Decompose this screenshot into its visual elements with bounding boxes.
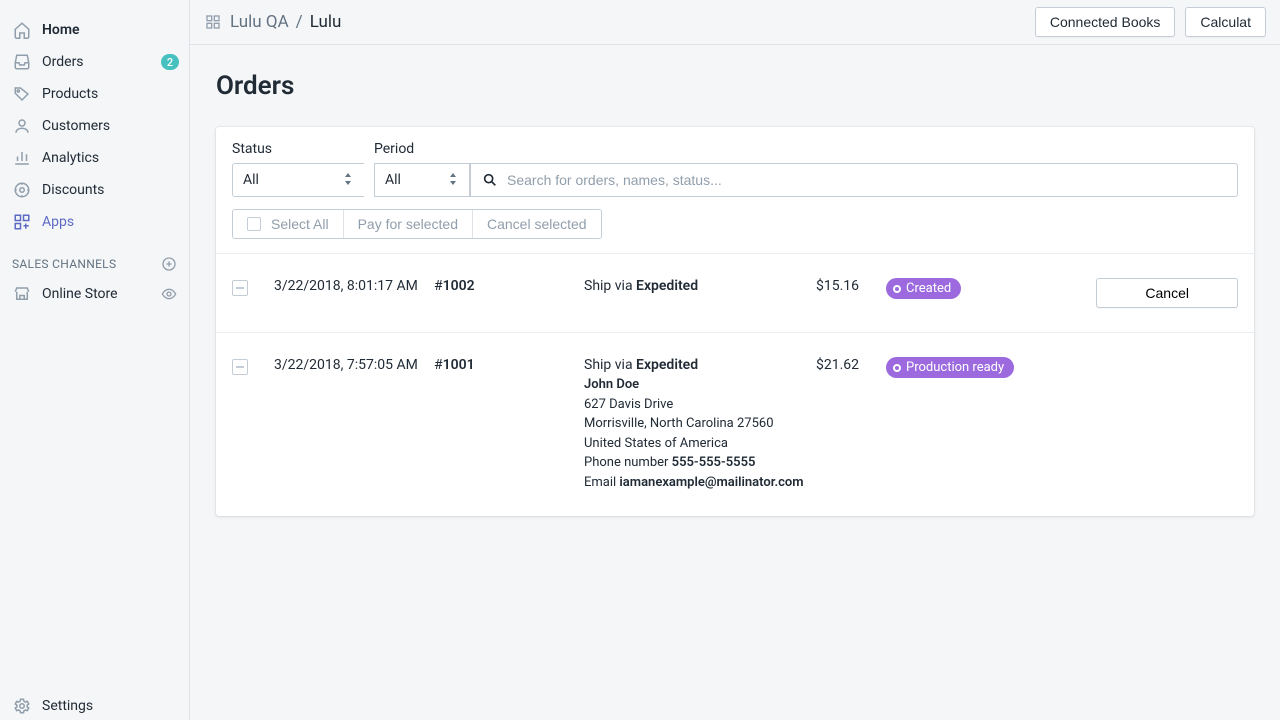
sort-caret-icon — [449, 173, 459, 187]
sidebar-item-label: Apps — [42, 214, 179, 230]
gear-icon — [12, 696, 32, 716]
order-shipping: Ship via Expedited — [584, 278, 816, 294]
sidebar-item-label: Orders — [42, 54, 161, 70]
sort-caret-icon — [344, 173, 354, 187]
sales-channels-header: SALES CHANNELS — [0, 238, 189, 278]
section-label: SALES CHANNELS — [12, 257, 161, 271]
row-checkbox[interactable] — [232, 280, 248, 296]
sidebar-item-orders[interactable]: Orders 2 — [0, 46, 189, 78]
sidebar-item-products[interactable]: Products — [0, 78, 189, 110]
period-label: Period — [374, 141, 470, 157]
settings-label: Settings — [42, 698, 93, 714]
inbox-icon — [12, 52, 32, 72]
app-icon — [204, 13, 222, 31]
search-input[interactable] — [507, 172, 1227, 188]
breadcrumb-sep: / — [296, 12, 303, 32]
add-channel-icon[interactable] — [161, 256, 177, 272]
sidebar-item-discounts[interactable]: Discounts — [0, 174, 189, 206]
filter-status: Status All — [232, 141, 364, 197]
status-dot-icon — [893, 364, 901, 372]
search-icon — [481, 171, 499, 189]
eye-icon[interactable] — [161, 286, 177, 302]
topbar: Lulu QA / Lulu Connected Books Calculat — [190, 0, 1280, 45]
status-dot-icon — [893, 285, 901, 293]
period-select[interactable]: All — [374, 163, 470, 197]
sidebar-item-customers[interactable]: Customers — [0, 110, 189, 142]
tag-icon — [12, 84, 32, 104]
filter-period: Period All — [374, 141, 470, 197]
order-row[interactable]: 3/22/2018, 7:57:05 AM #1001 Ship via Exp… — [216, 333, 1254, 516]
apps-icon — [12, 212, 32, 232]
sidebar-item-label: Discounts — [42, 182, 179, 198]
status-value: All — [243, 172, 344, 188]
sidebar-item-label: Home — [42, 22, 179, 38]
period-value: All — [385, 172, 449, 188]
order-status: Created — [886, 278, 1082, 299]
search-field[interactable] — [470, 163, 1238, 197]
pay-selected-button[interactable]: Pay for selected — [343, 210, 472, 238]
status-select[interactable]: All — [232, 163, 364, 197]
order-id: #1002 — [434, 278, 584, 294]
row-checkbox[interactable] — [232, 359, 248, 375]
discount-icon — [12, 180, 32, 200]
chart-icon — [12, 148, 32, 168]
page-title: Orders — [216, 71, 1254, 101]
sidebar-item-analytics[interactable]: Analytics — [0, 142, 189, 174]
status-label: Status — [232, 141, 364, 157]
sidebar-item-settings[interactable]: Settings — [0, 690, 189, 720]
sidebar-item-label: Analytics — [42, 150, 179, 166]
breadcrumb: Lulu QA / Lulu — [204, 12, 341, 32]
orders-card: Status All Period All — [216, 127, 1254, 516]
cancel-button[interactable]: Cancel — [1096, 278, 1238, 308]
order-price: $15.16 — [816, 278, 886, 294]
order-shipping: Ship via Expedited John Doe 627 Davis Dr… — [584, 357, 816, 492]
order-date: 3/22/2018, 7:57:05 AM — [274, 357, 434, 373]
order-row[interactable]: 3/22/2018, 8:01:17 AM #1002 Ship via Exp… — [216, 254, 1254, 333]
channel-label: Online Store — [42, 286, 161, 302]
select-all-button[interactable]: Select All — [233, 210, 343, 238]
order-price: $21.62 — [816, 357, 886, 373]
sidebar: Home Orders 2 Products Customers Analy — [0, 0, 190, 720]
breadcrumb-parent[interactable]: Lulu QA — [230, 12, 289, 32]
main: Lulu QA / Lulu Connected Books Calculat … — [190, 0, 1280, 720]
bulk-group: Select All Pay for selected Cancel selec… — [232, 209, 602, 239]
filter-row: Status All Period All — [232, 141, 1238, 197]
order-actions: Cancel — [1082, 278, 1238, 308]
order-date: 3/22/2018, 8:01:17 AM — [274, 278, 434, 294]
order-id: #1001 — [434, 357, 584, 373]
cancel-selected-button[interactable]: Cancel selected — [472, 210, 601, 238]
orders-badge: 2 — [161, 54, 179, 70]
calculate-button[interactable]: Calculat — [1185, 7, 1266, 37]
sidebar-item-label: Products — [42, 86, 179, 102]
sidebar-item-home[interactable]: Home — [0, 14, 189, 46]
bulk-actions: Select All Pay for selected Cancel selec… — [232, 209, 1238, 239]
nav-list: Home Orders 2 Products Customers Analy — [0, 14, 189, 238]
select-all-label: Select All — [271, 216, 329, 232]
channel-online-store[interactable]: Online Store — [0, 278, 189, 310]
sidebar-item-label: Customers — [42, 118, 179, 134]
filters: Status All Period All — [216, 127, 1254, 254]
user-icon — [12, 116, 32, 136]
connected-books-button[interactable]: Connected Books — [1035, 7, 1176, 37]
status-badge: Created — [886, 278, 961, 299]
breadcrumb-current: Lulu — [310, 12, 342, 32]
content: Orders Status All Period — [190, 45, 1280, 720]
sidebar-item-apps[interactable]: Apps — [0, 206, 189, 238]
select-all-checkbox[interactable] — [247, 217, 261, 231]
order-status: Production ready — [886, 357, 1082, 378]
home-icon — [12, 20, 32, 40]
status-badge: Production ready — [886, 357, 1014, 378]
order-address: John Doe 627 Davis Drive Morrisville, No… — [584, 375, 816, 492]
store-icon — [12, 284, 32, 304]
